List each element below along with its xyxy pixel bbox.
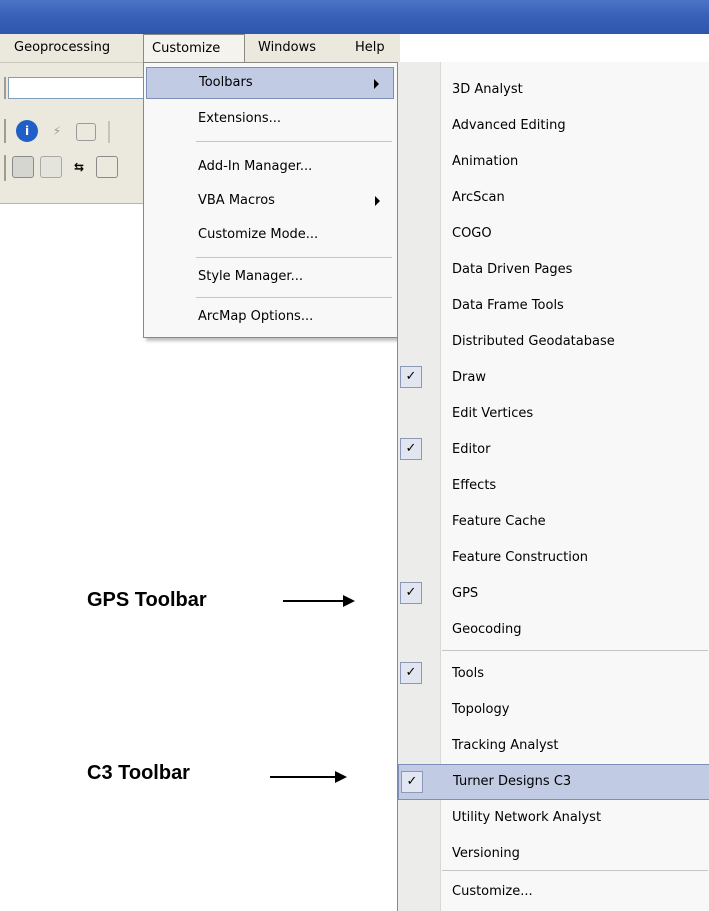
menu-item-customize-mode[interactable]: Customize Mode... [146,219,394,251]
toolbar-item-gps[interactable]: ✓ GPS [398,576,709,612]
toolbar-item-label: Data Frame Tools [452,298,564,313]
menu-item-vba-macros[interactable]: VBA Macros [146,185,394,217]
toolbar-item-label: Topology [452,702,510,717]
toolbar-item-edit-vertices[interactable]: Edit Vertices [398,396,709,432]
toolbar-item-label: Tracking Analyst [452,738,559,753]
toolbar-item-label: Turner Designs C3 [453,774,572,789]
checkmark-icon: ✓ [401,771,423,793]
toolbar-item-effects[interactable]: Effects [398,468,709,504]
page-grid-icon[interactable] [40,156,62,178]
menu-item-toolbars[interactable]: Toolbars [146,67,394,99]
submenu-arrow-icon [375,196,380,206]
toolbar-separator [108,121,110,143]
toolbar-item-label: Draw [452,370,486,385]
toolbar-item-label: Feature Construction [452,550,589,565]
menu-windows[interactable]: Windows [258,34,316,62]
menu-separator [196,257,392,258]
menu-item-label: Toolbars [199,75,253,90]
menu-item-label: VBA Macros [198,193,275,208]
toolbar-item-label: COGO [452,226,492,241]
toolbar-item-customize[interactable]: Customize... [398,874,709,910]
toolbar-item-arcscan[interactable]: ArcScan [398,180,709,216]
checkmark-icon: ✓ [400,438,422,460]
toolbar-item-draw[interactable]: ✓ Draw [398,360,709,396]
toolbar-item-label: ArcScan [452,190,505,205]
customize-dropdown-menu: Toolbars Extensions... Add-In Manager...… [143,62,399,338]
toolbar-item-advanced-editing[interactable]: Advanced Editing [398,108,709,144]
gps-annotation-arrow-icon [283,595,355,607]
toolbar-item-data-driven-pages[interactable]: Data Driven Pages [398,252,709,288]
layout-page-icon[interactable] [12,156,34,178]
checkmark-icon: ✓ [400,366,422,388]
menu-separator [442,650,708,651]
toolbar-item-label: Geocoding [452,622,522,637]
toolbar-item-feature-construction[interactable]: Feature Construction [398,540,709,576]
gps-toolbar-annotation: GPS Toolbar [87,589,207,611]
toolbar-item-tracking-analyst[interactable]: Tracking Analyst [398,728,709,764]
toolbar-item-tools[interactable]: ✓ Tools [398,656,709,692]
html-popup-icon[interactable] [76,123,96,141]
switch-layout-icon[interactable]: ⇆ [68,156,90,178]
menu-separator [196,297,392,298]
checkmark-icon: ✓ [400,582,422,604]
toolbar-item-3d-analyst[interactable]: 3D Analyst [398,72,709,108]
menu-item-label: Extensions... [198,111,281,126]
toolbar-item-label: Editor [452,442,491,457]
toolbar-item-distributed-geodatabase[interactable]: Distributed Geodatabase [398,324,709,360]
menu-item-add-in-manager[interactable]: Add-In Manager... [146,151,394,183]
toolbar-item-label: Effects [452,478,497,493]
toolbar-item-label: 3D Analyst [452,82,523,97]
toolbar-item-geocoding[interactable]: Geocoding [398,612,709,648]
identify-icon[interactable]: i [16,120,38,142]
toolbar-grip[interactable] [4,155,6,181]
toolbar-item-editor[interactable]: ✓ Editor [398,432,709,468]
toolbar-item-cogo[interactable]: COGO [398,216,709,252]
c3-annotation-arrow-icon [270,771,347,783]
menu-item-style-manager[interactable]: Style Manager... [146,261,394,293]
print-preview-icon[interactable] [96,156,118,178]
menu-separator [196,141,392,142]
hyperlink-lightning-icon[interactable]: ⚡ [46,120,68,142]
toolbar-item-turner-designs-c3[interactable]: ✓ Turner Designs C3 [398,764,709,800]
menu-item-label: Style Manager... [198,269,303,284]
toolbar-item-feature-cache[interactable]: Feature Cache [398,504,709,540]
toolbar-item-animation[interactable]: Animation [398,144,709,180]
menu-item-label: Add-In Manager... [198,159,313,174]
c3-toolbar-annotation: C3 Toolbar [87,762,190,784]
toolbar-item-topology[interactable]: Topology [398,692,709,728]
menu-geoprocessing[interactable]: Geoprocessing [14,34,110,62]
toolbar-item-label: Versioning [452,846,520,861]
toolbar-grip[interactable] [4,77,6,99]
submenu-arrow-icon [374,79,379,89]
toolbar-item-label: Edit Vertices [452,406,534,421]
toolbar-combo-box[interactable] [8,77,150,99]
toolbar-item-label: Tools [452,666,485,681]
menu-bar: Geoprocessing Customize Windows Help [0,34,400,63]
toolbar-item-label: Distributed Geodatabase [452,334,615,349]
toolbar-item-versioning[interactable]: Versioning [398,836,709,872]
toolbar-item-label: Data Driven Pages [452,262,573,277]
toolbar-item-label: Advanced Editing [452,118,566,133]
menu-item-extensions[interactable]: Extensions... [146,103,394,135]
toolbar-item-label: Animation [452,154,519,169]
toolbar-item-utility-network-analyst[interactable]: Utility Network Analyst [398,800,709,836]
menu-help[interactable]: Help [355,34,385,62]
checkmark-icon: ✓ [400,662,422,684]
toolbar-item-label: Customize... [452,884,533,899]
window-titlebar [0,0,709,34]
menu-customize[interactable]: Customize [143,34,245,63]
menu-item-label: Customize Mode... [198,227,319,242]
toolbar-item-label: GPS [452,586,479,601]
menu-item-label: ArcMap Options... [198,309,314,324]
toolbar-grip[interactable] [4,119,6,143]
toolbars-submenu: 3D Analyst Advanced Editing Animation ArcSc… [397,62,709,911]
menu-item-arcmap-options[interactable]: ArcMap Options... [146,301,394,333]
toolbar-item-data-frame-tools[interactable]: Data Frame Tools [398,288,709,324]
toolbar-item-label: Utility Network Analyst [452,810,602,825]
toolbar-item-label: Feature Cache [452,514,546,529]
